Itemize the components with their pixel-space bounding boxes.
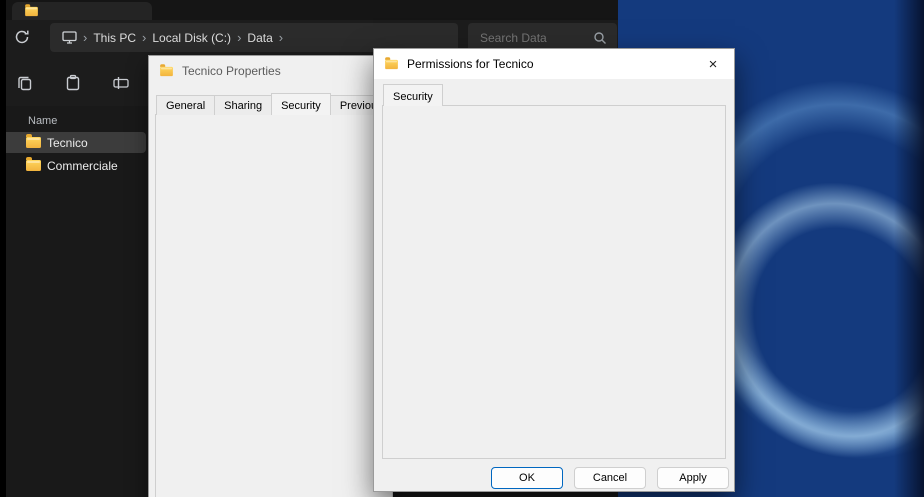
cancel-button-label: Cancel (593, 472, 627, 484)
breadcrumb-item-data[interactable]: Data (247, 31, 272, 45)
folder-icon (26, 160, 41, 171)
this-pc-icon[interactable] (62, 31, 77, 44)
copy-icon (16, 74, 34, 92)
chevron-right-icon (142, 30, 146, 45)
folder-icon (160, 66, 173, 75)
folder-icon (385, 59, 398, 68)
rename-button[interactable] (106, 68, 136, 98)
properties-dialog-title: Tecnico Properties (182, 64, 281, 78)
wallpaper-edge-shade (894, 0, 924, 497)
folder-icon (25, 6, 38, 15)
search-icon (593, 31, 607, 45)
permissions-dialog-titlebar[interactable]: Permissions for Tecnico (374, 49, 734, 79)
breadcrumb-item-local-disk[interactable]: Local Disk (C:) (152, 31, 231, 45)
rename-icon (112, 74, 130, 92)
refresh-button[interactable] (9, 24, 35, 50)
file-name: Commerciale (47, 159, 118, 173)
properties-dialog-titlebar[interactable]: Tecnico Properties (149, 56, 392, 86)
explorer-tab-bar (0, 0, 618, 20)
properties-dialog: Tecnico Properties General Sharing Secur… (148, 55, 393, 497)
chevron-right-icon (279, 30, 283, 45)
paste-button[interactable] (58, 68, 88, 98)
permissions-dialog-title: Permissions for Tecnico (407, 57, 534, 71)
search-input[interactable] (478, 30, 593, 46)
refresh-icon (14, 29, 30, 45)
permissions-tab-page (382, 105, 726, 459)
tab-sharing[interactable]: Sharing (214, 95, 272, 115)
tab-security[interactable]: Security (383, 84, 443, 106)
tab-security[interactable]: Security (271, 93, 331, 115)
properties-tab-page (155, 114, 393, 497)
explorer-tab[interactable] (12, 2, 152, 20)
file-name: Tecnico (47, 136, 88, 150)
permissions-tab-strip: Security (383, 86, 442, 106)
window-left-edge (0, 0, 6, 497)
chevron-right-icon (83, 30, 87, 45)
paste-icon (64, 74, 82, 92)
cancel-button[interactable]: Cancel (574, 467, 646, 489)
ok-button-label: OK (519, 472, 535, 484)
ok-button[interactable]: OK (491, 467, 563, 489)
close-button[interactable]: × (692, 49, 734, 79)
chevron-right-icon (237, 30, 241, 45)
apply-button-label: Apply (679, 472, 707, 484)
permissions-dialog: Permissions for Tecnico × Security Objec… (373, 48, 735, 492)
tab-general[interactable]: General (156, 95, 215, 115)
name-column-header[interactable]: Name (28, 115, 57, 127)
folder-icon (26, 137, 41, 148)
copy-button[interactable] (10, 68, 40, 98)
file-row-commerciale[interactable]: Commerciale (2, 155, 146, 176)
breadcrumb-item-this-pc[interactable]: This PC (93, 31, 136, 45)
file-row-tecnico[interactable]: Tecnico (2, 132, 146, 153)
apply-button[interactable]: Apply (657, 467, 729, 489)
screen: This PC Local Disk (C:) Data (0, 0, 924, 497)
close-icon: × (709, 56, 718, 73)
